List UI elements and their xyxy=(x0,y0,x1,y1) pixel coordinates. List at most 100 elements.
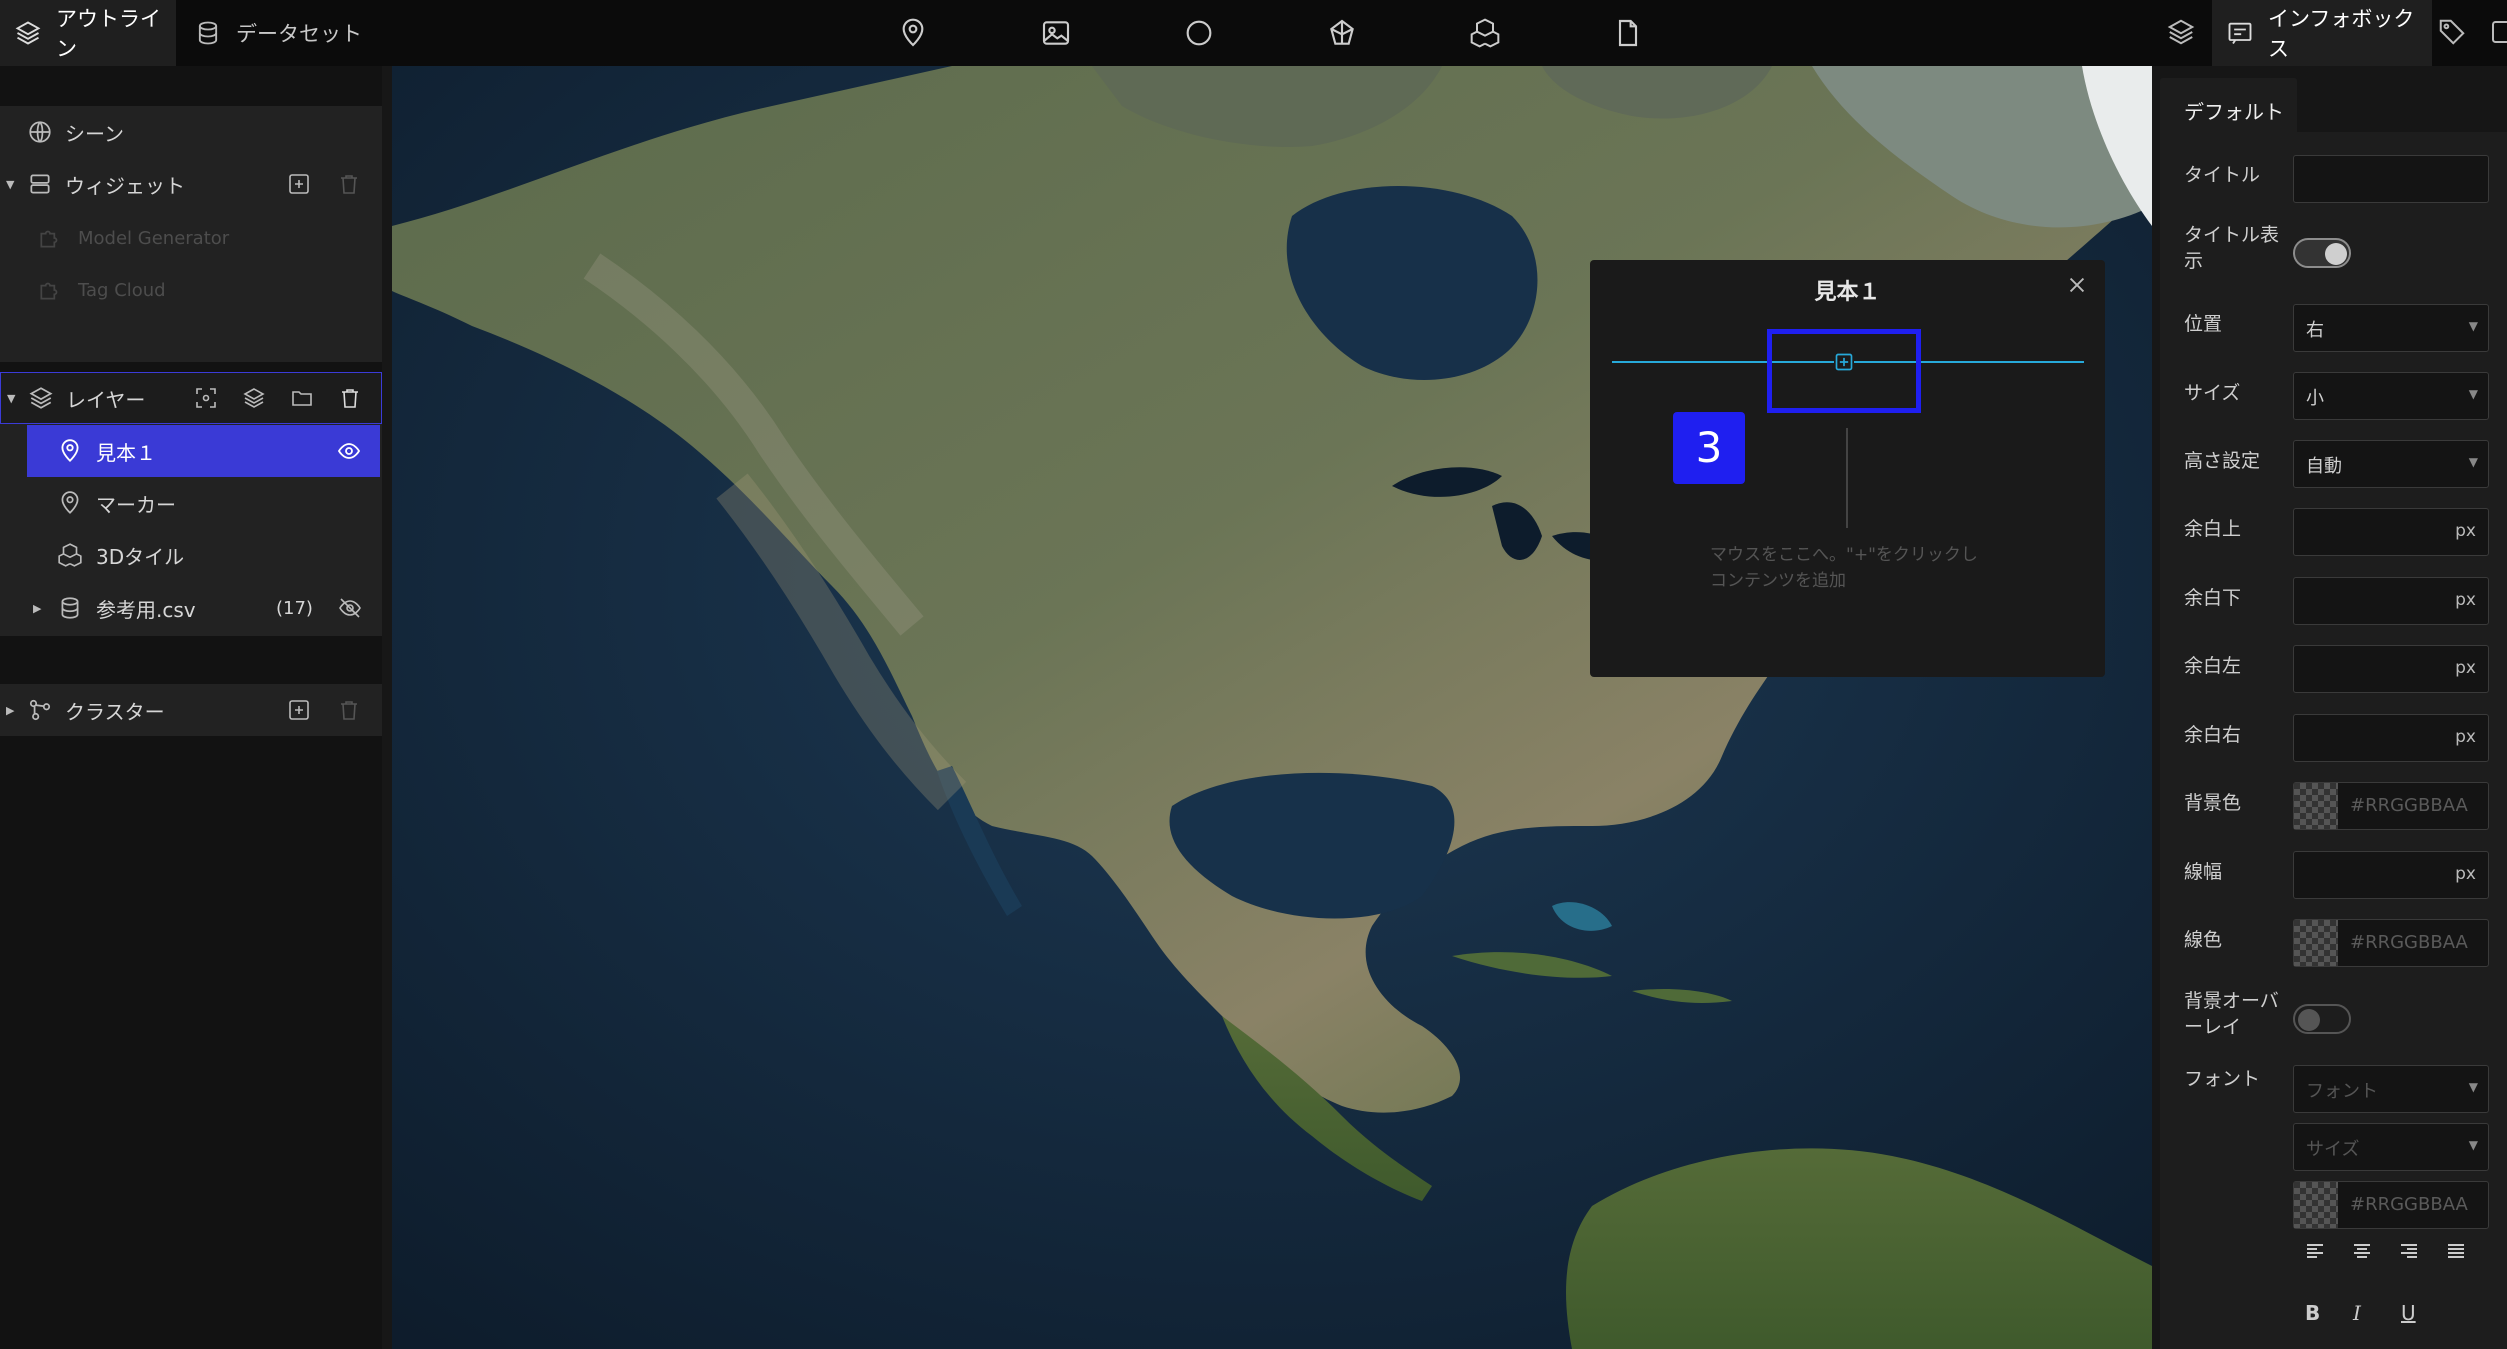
map-viewport[interactable]: 見本１ 3 マウスをここへ。"+"をクリックし コンテンツを追加 xyxy=(392,66,2152,1349)
margin-right-label: 余白右 xyxy=(2184,724,2242,746)
widget-stack-icon xyxy=(27,171,53,197)
title-show-toggle[interactable] xyxy=(2293,238,2351,268)
map-pin-icon[interactable] xyxy=(897,17,929,49)
margin-bottom-input[interactable]: px xyxy=(2293,577,2489,625)
widget-item[interactable]: Model Generator xyxy=(0,212,382,264)
size-select[interactable]: 小 ▼ xyxy=(2293,372,2489,420)
align-left-icon[interactable] xyxy=(2303,1239,2327,1263)
line-width-input[interactable]: px xyxy=(2293,851,2489,899)
font-color-input[interactable]: #RRGGBBAA xyxy=(2293,1181,2489,1229)
layer-item[interactable]: マーカー xyxy=(0,477,382,529)
font-select[interactable]: フォント ▼ xyxy=(2293,1065,2489,1113)
margin-bottom-label: 余白下 xyxy=(2184,587,2242,609)
expand-caret-icon[interactable]: ▼ xyxy=(7,392,15,405)
bg-color-label: 背景色 xyxy=(2184,792,2242,814)
infobox-settings-panel: デフォルト タイトル タイトル表示 位置 右 ▼ サイズ 小 ▼ 高さ設定 自動 ▼ … xyxy=(2160,66,2507,1349)
align-justify-icon[interactable] xyxy=(2444,1239,2468,1263)
infobox-icon xyxy=(2226,19,2254,47)
eye-off-icon[interactable] xyxy=(338,596,362,620)
underline-button[interactable]: U xyxy=(2401,1301,2416,1325)
close-icon[interactable] xyxy=(2066,274,2088,296)
size-label: サイズ xyxy=(2184,382,2241,404)
italic-button[interactable]: I xyxy=(2353,1301,2361,1325)
font-size-select[interactable]: サイズ ▼ xyxy=(2293,1123,2489,1171)
line-color-input[interactable]: #RRGGBBAA xyxy=(2293,919,2489,967)
document-icon[interactable] xyxy=(1612,17,1644,49)
layer-item-selected[interactable]: 見本１ xyxy=(27,425,380,477)
position-select[interactable]: 右 ▼ xyxy=(2293,304,2489,352)
image-icon[interactable] xyxy=(1040,17,1072,49)
layer-item-label: マーカー xyxy=(96,492,176,517)
title-input[interactable] xyxy=(2293,155,2489,203)
widget-row[interactable]: ▼ ウィジェット xyxy=(0,158,382,210)
add-layer-icon[interactable] xyxy=(242,386,266,410)
delete-cluster-icon[interactable] xyxy=(337,698,361,722)
position-label: 位置 xyxy=(2184,313,2223,335)
widget-item[interactable]: Tag Cloud xyxy=(0,264,382,316)
title-label: タイトル xyxy=(2184,164,2261,186)
satellite-map xyxy=(392,66,2152,1349)
tab-outline-label: アウトライン xyxy=(56,7,161,61)
expand-caret-icon[interactable]: ▼ xyxy=(6,178,14,191)
layer-section: ▼ レイヤー 見本１ マーカー 3Dタイル ▶ 参考用.csv (17) xyxy=(0,372,382,636)
widget-icon[interactable] xyxy=(2488,17,2507,49)
widget-item-label: Tag Cloud xyxy=(78,279,166,301)
step-badge: 3 xyxy=(1673,412,1745,484)
tab-infobox[interactable]: インフォボックス xyxy=(2212,0,2432,66)
database-icon xyxy=(194,19,222,47)
layer-item-label: 見本１ xyxy=(96,440,156,465)
add-content-icon[interactable] xyxy=(1834,352,1854,372)
margin-left-input[interactable]: px xyxy=(2293,645,2489,693)
expand-caret-icon[interactable]: ▶ xyxy=(6,704,14,717)
color-swatch[interactable] xyxy=(2294,783,2338,829)
color-swatch[interactable] xyxy=(2294,920,2338,966)
delete-widget-icon[interactable] xyxy=(337,172,361,196)
folder-icon[interactable] xyxy=(290,386,314,410)
scene-label: シーン xyxy=(65,121,124,146)
cluster-row[interactable]: ▶ クラスター xyxy=(0,684,382,736)
line-width-label: 線幅 xyxy=(2184,861,2223,883)
line-color-label: 線色 xyxy=(2184,929,2223,951)
widget-label: ウィジェット xyxy=(65,173,185,198)
hint-line: コンテンツを追加 xyxy=(1710,571,1846,591)
add-widget-icon[interactable] xyxy=(287,172,311,196)
font-label: フォント xyxy=(2184,1068,2261,1090)
tab-outline[interactable]: アウトライン xyxy=(0,0,176,66)
layer-header[interactable]: ▼ レイヤー xyxy=(0,372,382,424)
infobox-panel: 見本１ 3 マウスをここへ。"+"をクリックし コンテンツを追加 xyxy=(1590,260,2105,677)
bg-overlay-toggle[interactable] xyxy=(2293,1004,2351,1034)
height-select[interactable]: 自動 ▼ xyxy=(2293,440,2489,488)
delete-layer-icon[interactable] xyxy=(338,386,362,410)
layer-item-label: 3Dタイル xyxy=(96,544,185,569)
margin-top-input[interactable]: px xyxy=(2293,508,2489,556)
expand-caret-icon[interactable]: ▶ xyxy=(33,602,41,615)
tab-default[interactable]: デフォルト xyxy=(2160,78,2297,132)
layer-item[interactable]: 3Dタイル xyxy=(0,529,382,581)
tab-infobox-label: インフォボックス xyxy=(2268,7,2415,61)
align-right-icon[interactable] xyxy=(2397,1239,2421,1263)
settings-tab-bar: デフォルト xyxy=(2160,66,2507,132)
polyhedron-icon[interactable] xyxy=(1326,17,1358,49)
margin-top-label: 余白上 xyxy=(2184,518,2242,540)
margin-right-input[interactable]: px xyxy=(2293,714,2489,762)
puzzle-icon xyxy=(37,225,63,251)
record-count: (17) xyxy=(276,597,313,619)
layers-icon[interactable] xyxy=(2166,17,2196,49)
align-center-icon[interactable] xyxy=(2350,1239,2374,1263)
color-swatch[interactable] xyxy=(2294,1182,2338,1228)
circle-icon[interactable] xyxy=(1183,17,1215,49)
add-cluster-icon[interactable] xyxy=(287,698,311,722)
bold-button[interactable]: B xyxy=(2305,1301,2320,1325)
height-label: 高さ設定 xyxy=(2184,450,2261,472)
bg-color-input[interactable]: #RRGGBBAA xyxy=(2293,782,2489,830)
bg-overlay-label: 背景オーバ ーレイ xyxy=(2184,990,2279,1038)
eye-icon[interactable] xyxy=(337,439,361,463)
3d-tiles-icon[interactable] xyxy=(1469,17,1501,49)
tag-icon[interactable] xyxy=(2437,17,2467,49)
scene-row[interactable]: シーン xyxy=(0,106,382,158)
title-show-label: タイトル表示 xyxy=(2184,224,2280,272)
focus-layer-icon[interactable] xyxy=(194,386,218,410)
map-pin-icon xyxy=(57,438,83,464)
layer-item[interactable]: ▶ 参考用.csv (17) xyxy=(0,582,382,634)
tab-dataset[interactable]: データセット xyxy=(180,0,376,66)
